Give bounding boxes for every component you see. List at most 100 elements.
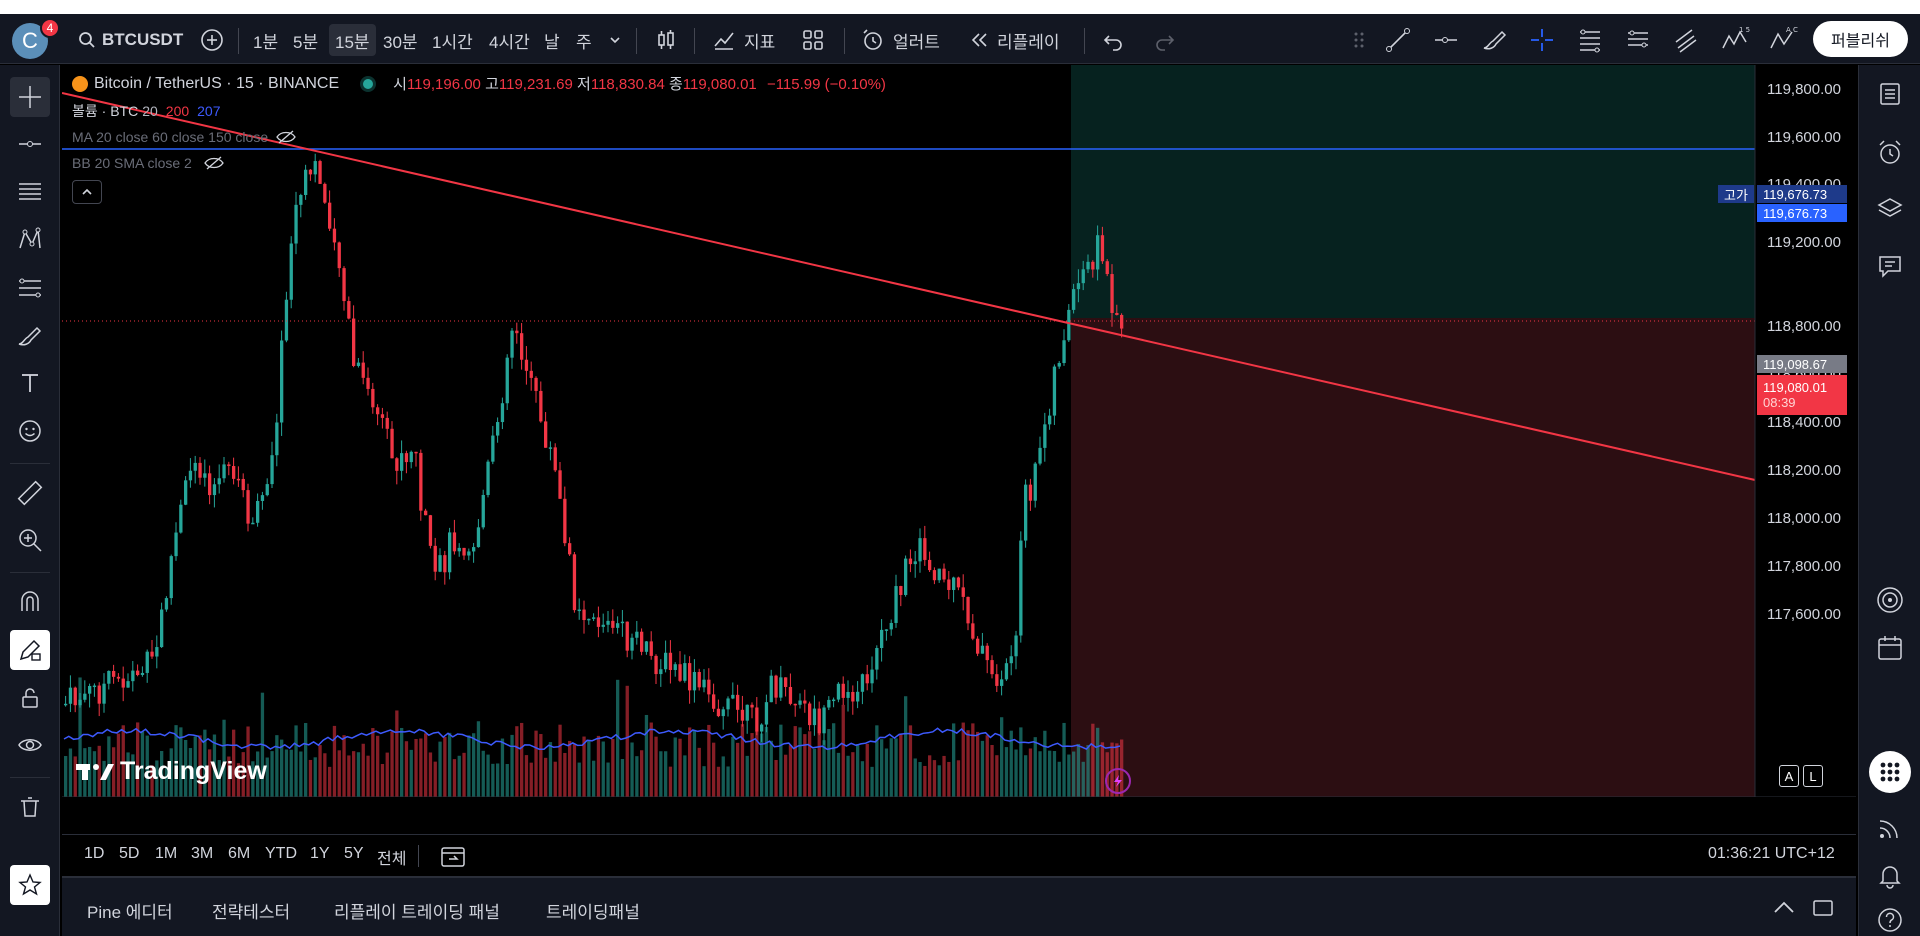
alerts-panel-button[interactable] [1870, 133, 1910, 173]
candle-body [481, 494, 485, 528]
interval-5m[interactable]: 5분 [287, 24, 324, 56]
interval-30m[interactable]: 30분 [377, 24, 424, 56]
goto-date-button[interactable] [440, 844, 466, 873]
chart-pane[interactable]: Bitcoin / TetherUS · 15 · BINANCE 시119,1… [62, 65, 1856, 797]
measure-tool[interactable] [10, 473, 50, 513]
interval-1h[interactable]: 1시간 [426, 24, 479, 56]
timezone-clock[interactable]: 01:36:21 UTC+12 [1708, 845, 1835, 863]
range-5d[interactable]: 5D [119, 845, 139, 863]
candle-body [750, 704, 754, 708]
trend-line-tool[interactable] [1378, 24, 1418, 56]
cursor-tool[interactable] [10, 77, 50, 117]
zoom-tool[interactable] [10, 520, 50, 560]
tab-trading-panel[interactable]: 트레이딩패널 [546, 898, 640, 923]
candle-body [592, 617, 596, 619]
streams-button[interactable] [1870, 808, 1910, 848]
maximize-panel-button[interactable] [1812, 898, 1834, 923]
notifications-button[interactable] [1870, 855, 1910, 895]
drag-handle-icon[interactable] [1346, 24, 1372, 56]
layouts-button[interactable] [795, 24, 831, 56]
volume-indicator-legend[interactable]: 볼륨 · BTC 20 200 207 [72, 102, 886, 120]
fib-retracement-tool[interactable] [1570, 24, 1610, 56]
chart-type-button[interactable] [648, 24, 684, 56]
elliott-wave-tool[interactable]: 1 5 [1714, 24, 1756, 56]
bb-indicator-legend[interactable]: BB 20 SMA close 2 [72, 154, 886, 172]
calendar-button[interactable] [1870, 628, 1910, 668]
horizontal-line-tool[interactable] [10, 124, 50, 164]
chats-button[interactable] [1870, 246, 1910, 286]
text-tool[interactable] [10, 363, 50, 403]
range-all[interactable]: 전체 [377, 845, 406, 869]
interval-dropdown[interactable] [602, 24, 628, 56]
replay-button[interactable]: 리플레이 [963, 24, 1066, 56]
symbol-title[interactable]: Bitcoin / TetherUS · 15 · BINANCE [94, 75, 339, 93]
pitchfork-tool[interactable] [1618, 24, 1658, 56]
candle-body [217, 478, 221, 485]
tab-replay-trading[interactable]: 리플레이 트레이딩 패널 [334, 898, 500, 923]
ideas-button[interactable] [1870, 580, 1910, 620]
candle-body [188, 470, 193, 481]
indicators-button[interactable]: 지표 [706, 24, 781, 56]
hide-drawings-tool[interactable] [10, 725, 50, 765]
collapse-legend-button[interactable] [72, 180, 102, 204]
watchlist-button[interactable] [1870, 74, 1910, 114]
abc-pattern-tool[interactable]: A C [1762, 24, 1804, 56]
interval-4h[interactable]: 4시간 [483, 24, 536, 56]
range-1y[interactable]: 1Y [310, 845, 330, 863]
tab-pine-editor[interactable]: Pine 에디터 [87, 898, 173, 923]
fib-tool[interactable] [10, 172, 50, 212]
brush-tool[interactable] [1474, 24, 1514, 56]
lock-drawings-tool[interactable] [10, 678, 50, 718]
interval-1m[interactable]: 1분 [247, 24, 284, 56]
alert-button[interactable]: 얼러트 [855, 24, 946, 56]
favorites-tool[interactable] [10, 865, 50, 905]
help-button[interactable] [1870, 900, 1910, 936]
candle-body [563, 498, 567, 544]
candle-body [812, 708, 817, 726]
symbol-search-button[interactable]: BTCUSDT [72, 24, 189, 56]
candle-body [155, 647, 159, 657]
replay-label: 리플레이 [997, 32, 1060, 52]
alert-label: 얼러트 [893, 32, 940, 52]
eye-hidden-icon[interactable] [276, 129, 296, 145]
parallel-channel-tool[interactable] [1666, 24, 1706, 56]
volume-bar [1086, 745, 1090, 797]
remove-drawings-tool[interactable] [10, 787, 50, 827]
crosshair-tool[interactable] [1522, 24, 1562, 56]
interval-day[interactable]: 날 [538, 24, 566, 56]
range-1d[interactable]: 1D [84, 845, 104, 863]
browser-top-strip [0, 0, 1920, 14]
emoji-tool[interactable] [10, 411, 50, 451]
range-3m[interactable]: 3M [191, 845, 213, 863]
publish-button[interactable]: 퍼블리쉬 [1813, 21, 1908, 57]
compare-add-button[interactable] [194, 24, 230, 56]
range-ytd[interactable]: YTD [265, 845, 297, 863]
volume-bar [750, 733, 754, 797]
candle-body [452, 532, 457, 552]
ma-indicator-legend[interactable]: MA 20 close 60 close 150 close [72, 128, 886, 146]
magnet-tool[interactable] [10, 582, 50, 622]
more-apps-button[interactable] [1869, 751, 1911, 793]
pattern-tool[interactable] [10, 220, 50, 260]
log-scale-button[interactable]: L [1803, 765, 1823, 787]
candle-body [169, 556, 173, 599]
stay-in-drawing-mode-tool[interactable] [10, 630, 50, 670]
bolt-event-icon[interactable] [1105, 768, 1131, 794]
brush-tool[interactable] [10, 316, 50, 356]
interval-15m[interactable]: 15분 [329, 24, 376, 56]
expand-panel-button[interactable] [1772, 898, 1796, 923]
eye-hidden-icon[interactable] [204, 155, 224, 171]
auto-scale-button[interactable]: A [1779, 765, 1799, 787]
tab-strategy-tester[interactable]: 전략테스터 [212, 898, 290, 923]
range-6m[interactable]: 6M [228, 845, 250, 863]
undo-button[interactable] [1096, 24, 1130, 56]
candle-body [414, 451, 418, 454]
redo-button[interactable] [1148, 24, 1182, 56]
object-tree-button[interactable] [1870, 189, 1910, 229]
horizontal-ray-tool[interactable] [1426, 24, 1466, 56]
forecast-tool[interactable] [10, 268, 50, 308]
range-1m[interactable]: 1M [155, 845, 177, 863]
interval-week[interactable]: 주 [570, 24, 598, 56]
volume-bar [64, 756, 68, 797]
range-5y[interactable]: 5Y [344, 845, 364, 863]
